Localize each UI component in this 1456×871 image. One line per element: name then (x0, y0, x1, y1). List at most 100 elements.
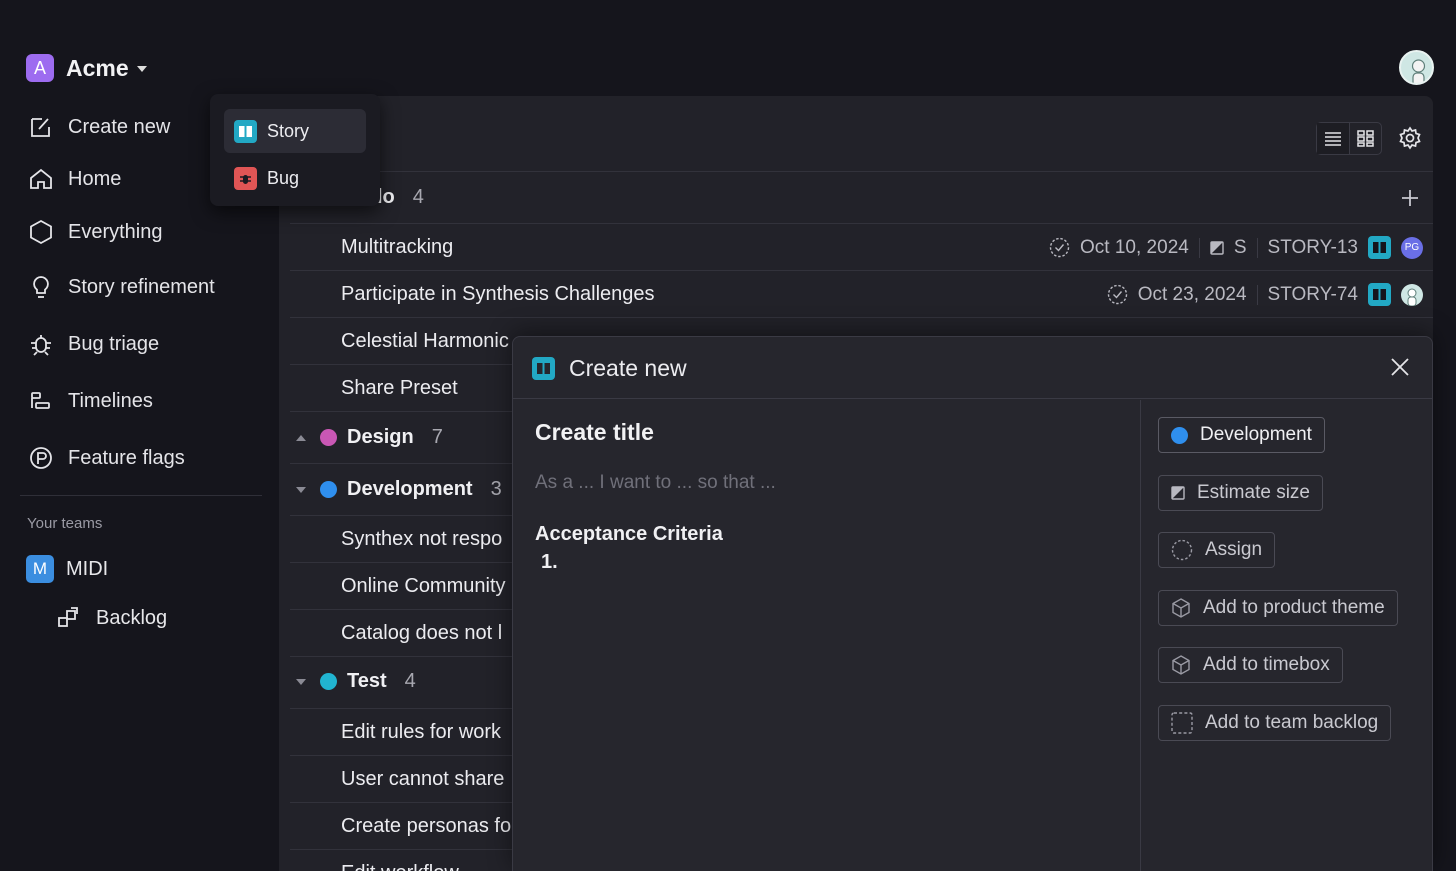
chevron-down-icon (136, 66, 147, 72)
expand-icon (296, 678, 306, 685)
group-name: Test (347, 670, 387, 692)
list-item-title[interactable]: Celestial Harmonic (341, 330, 509, 353)
list-item-title[interactable]: Online Community (341, 575, 506, 598)
sidebar-item-home[interactable]: Home (28, 166, 121, 192)
sidebar-item-label: Story refinement (68, 275, 215, 298)
group-header-design[interactable]: Design 7 (296, 426, 443, 449)
chip-label: Add to timebox (1203, 654, 1330, 675)
assign-button[interactable]: Assign (1158, 532, 1276, 568)
list-item-title[interactable]: Multitracking (341, 236, 453, 259)
story-id: STORY-74 (1267, 283, 1358, 305)
list-item-title[interactable]: Edit rules for work (341, 721, 501, 744)
status-dot-icon (320, 481, 337, 498)
add-to-product-theme-button[interactable]: Add to product theme (1158, 590, 1398, 626)
due-date: Oct 10, 2024 (1080, 236, 1189, 258)
list-item-title[interactable]: Create personas fo (341, 815, 511, 838)
team-item-midi[interactable]: M MIDI (26, 555, 108, 583)
due-date: Oct 23, 2024 (1137, 283, 1247, 305)
sidebar-divider (20, 495, 262, 496)
toolbar-divider (279, 171, 1433, 172)
size-icon (1210, 240, 1224, 255)
list-item-title[interactable]: Share Preset (341, 377, 458, 400)
modal-title: Create new (569, 355, 687, 381)
acceptance-criteria-heading: Acceptance Criteria (535, 523, 723, 545)
dropdown-item-bug[interactable]: Bug (224, 156, 366, 200)
backlog-label: Backlog (96, 606, 168, 629)
story-icon (234, 119, 257, 143)
view-toggle (1316, 122, 1382, 155)
chip-label: Add to team backlog (1205, 712, 1379, 733)
user-avatar[interactable] (1399, 50, 1434, 85)
meta-separator (1256, 237, 1258, 258)
row-divider (290, 223, 1433, 224)
story-icon (1368, 283, 1391, 306)
sidebar-item-create-new[interactable]: Create new (28, 114, 170, 140)
group-header-test[interactable]: Test 4 (296, 670, 416, 693)
sidebar-item-label: Bug triage (68, 332, 160, 355)
sidebar-item-label: Home (68, 167, 122, 190)
size-icon (1171, 486, 1185, 500)
assignee-avatar[interactable]: PG (1401, 236, 1423, 259)
hexagon-icon (30, 219, 52, 245)
sidebar-item-feature-flags[interactable]: Feature flags (28, 445, 185, 471)
list-view-button[interactable] (1317, 123, 1350, 154)
description-input[interactable]: As a ... I want to ... so that ... (535, 472, 776, 494)
assignee-avatar[interactable] (1401, 283, 1423, 306)
sidebar-item-bug-triage[interactable]: Bug triage (28, 331, 159, 357)
expand-icon (296, 486, 306, 493)
row-divider (290, 270, 1433, 271)
create-new-icon (31, 118, 50, 137)
cube-icon (1172, 655, 1190, 675)
close-icon[interactable] (1390, 357, 1410, 377)
teams-section-label: Your teams (27, 515, 103, 532)
gear-icon[interactable] (1398, 126, 1422, 150)
sidebar-item-everything[interactable]: Everything (28, 219, 163, 245)
workspace-switcher[interactable]: A Acme (26, 54, 147, 82)
title-input[interactable]: Create title (535, 419, 654, 446)
group-count: 7 (431, 426, 443, 448)
dropdown-item-story[interactable]: Story (224, 109, 366, 153)
group-name: Design (347, 426, 414, 448)
list-item-title[interactable]: Synthex not respo (341, 528, 502, 551)
story-id: STORY-13 (1267, 236, 1358, 258)
acceptance-criteria-item[interactable]: 1. (541, 551, 558, 574)
bug-icon (31, 335, 51, 356)
meta-separator (1198, 237, 1200, 258)
modal-header: Create new (513, 337, 1432, 399)
chip-label: Development (1200, 424, 1312, 445)
list-item-title[interactable]: User cannot share (341, 768, 504, 791)
home-icon (30, 168, 52, 189)
dropdown-item-label: Bug (267, 167, 300, 188)
due-date-icon (1049, 237, 1070, 258)
lightbulb-icon (33, 276, 49, 298)
board-view-button[interactable] (1350, 123, 1382, 154)
list-item-meta: Oct 23, 2024 STORY-74 (1107, 283, 1423, 306)
chip-label: Assign (1205, 539, 1263, 560)
size-value: S (1233, 236, 1247, 258)
sidebar-item-label: Create new (68, 115, 171, 138)
status-button[interactable]: Development (1158, 417, 1325, 453)
team-item-backlog[interactable]: Backlog (56, 605, 167, 631)
sidebar-item-timelines[interactable]: Timelines (28, 388, 153, 414)
story-icon (532, 357, 555, 380)
create-new-dropdown: Story Bug (210, 94, 380, 206)
assign-icon (1171, 539, 1193, 561)
add-item-icon[interactable] (1401, 189, 1419, 207)
sidebar-item-story-refinement[interactable]: Story refinement (28, 274, 215, 300)
chip-label: Estimate size (1197, 482, 1310, 503)
estimate-size-button[interactable]: Estimate size (1158, 475, 1323, 511)
list-item-title[interactable]: Catalog does not l (341, 622, 502, 645)
chip-label: Add to product theme (1203, 597, 1385, 618)
group-header-todo[interactable]: lo 4 (377, 186, 424, 209)
collapse-icon (296, 434, 306, 441)
backlog-icon (58, 607, 78, 627)
add-to-team-backlog-button[interactable]: Add to team backlog (1158, 705, 1392, 741)
group-header-development[interactable]: Development 3 (296, 478, 502, 501)
story-icon (1368, 236, 1391, 259)
list-item-title[interactable]: Participate in Synthesis Challenges (341, 283, 655, 306)
group-name: Development (347, 478, 473, 500)
cube-icon (1172, 598, 1190, 618)
modal-divider (1140, 400, 1141, 871)
add-to-timebox-button[interactable]: Add to timebox (1158, 647, 1343, 683)
list-item-title[interactable]: Edit workflow (341, 862, 459, 871)
